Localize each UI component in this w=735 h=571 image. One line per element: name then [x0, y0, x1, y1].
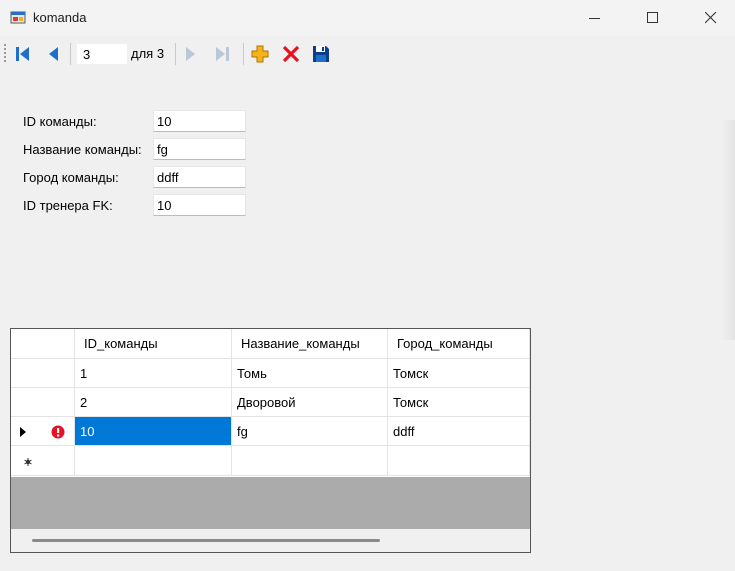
table-cell[interactable]: Томь [232, 359, 388, 388]
title-bar: komanda [0, 0, 735, 36]
count-label: для 3 [131, 46, 165, 61]
row-header-new[interactable] [11, 446, 75, 476]
table-cell[interactable]: 2 [75, 388, 232, 417]
add-new-button[interactable] [250, 44, 270, 64]
coach-id-input[interactable] [153, 194, 246, 216]
team-name-input[interactable] [153, 138, 246, 160]
save-icon [313, 46, 329, 62]
row-header-current[interactable] [11, 417, 75, 446]
team-city-label: Город команды: [23, 170, 119, 185]
column-header[interactable]: Название_команды [232, 329, 388, 359]
current-row-arrow-icon [20, 427, 26, 437]
data-grid[interactable]: ID_команды Название_команды Город_команд… [10, 328, 531, 553]
new-row-cell[interactable] [232, 446, 388, 476]
move-first-icon [16, 47, 29, 61]
table-cell[interactable]: Томск [388, 359, 530, 388]
toolbar-separator [175, 43, 176, 65]
move-next-icon [186, 47, 195, 61]
table-cell[interactable]: Томск [388, 388, 530, 417]
row-header[interactable] [11, 359, 75, 388]
id-team-label: ID команды: [23, 114, 97, 129]
app-form-icon [10, 9, 26, 25]
move-previous-button[interactable] [44, 44, 64, 64]
position-input[interactable] [77, 44, 127, 64]
team-city-input[interactable] [153, 166, 246, 188]
window-title: komanda [33, 10, 87, 25]
table-cell[interactable]: 1 [75, 359, 232, 388]
move-last-button[interactable] [212, 44, 232, 64]
move-next-button[interactable] [180, 44, 200, 64]
toolbar-grip[interactable] [4, 44, 7, 62]
maximize-icon [647, 12, 658, 23]
id-team-input[interactable] [153, 110, 246, 132]
table-cell[interactable]: fg [232, 417, 388, 446]
window-shadow [721, 120, 735, 340]
toolbar-separator [243, 43, 244, 65]
delete-icon [282, 45, 300, 63]
delete-button[interactable] [281, 44, 301, 64]
move-last-icon [216, 47, 229, 61]
table-cell[interactable]: Дворовой [232, 388, 388, 417]
close-icon [705, 12, 717, 24]
minimize-icon [589, 18, 600, 19]
toolbar-separator [70, 43, 71, 65]
minimize-button[interactable] [566, 0, 624, 36]
column-header[interactable]: Город_команды [388, 329, 530, 359]
coach-id-label: ID тренера FK: [23, 198, 113, 213]
table-cell-selected[interactable]: 10 [75, 417, 232, 446]
move-previous-icon [49, 47, 58, 61]
close-button[interactable] [682, 0, 735, 36]
scrollbar-thumb[interactable] [32, 539, 380, 542]
header-corner[interactable] [11, 329, 75, 359]
new-row-cell[interactable] [75, 446, 232, 476]
add-new-icon [251, 45, 269, 63]
table-cell[interactable]: ddff [388, 417, 530, 446]
horizontal-scrollbar[interactable] [11, 529, 530, 552]
maximize-button[interactable] [624, 0, 682, 36]
move-first-button[interactable] [13, 44, 33, 64]
new-row-cell[interactable] [388, 446, 530, 476]
team-name-label: Название команды: [23, 142, 142, 157]
row-header[interactable] [11, 388, 75, 417]
save-button[interactable] [311, 44, 331, 64]
new-row-asterisk-icon [24, 458, 32, 466]
column-header[interactable]: ID_команды [75, 329, 232, 359]
